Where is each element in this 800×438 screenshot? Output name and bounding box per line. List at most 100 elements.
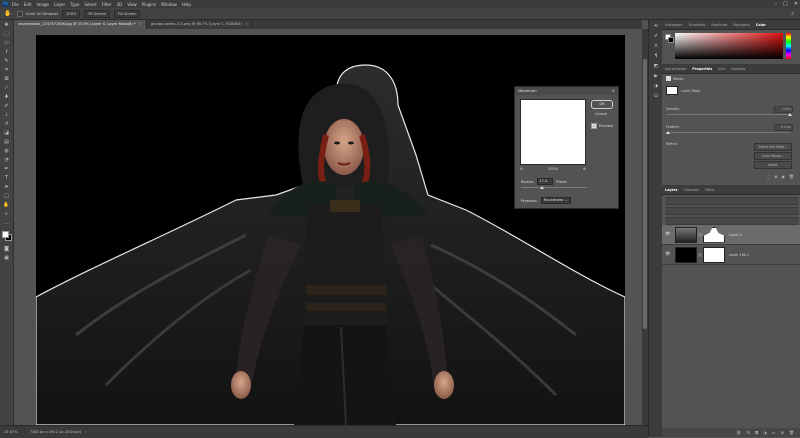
tab-libraries[interactable]: Libraries — [728, 67, 749, 71]
menu-select[interactable]: Select — [84, 2, 96, 7]
group-icon[interactable]: ▭ — [772, 430, 776, 435]
blend-mode-bar[interactable] — [666, 207, 798, 215]
fill-screen-button[interactable]: Fill Screen — [114, 9, 141, 18]
menu-layer[interactable]: Layer — [54, 2, 65, 7]
hand-tool-icon[interactable]: ✋ — [2, 201, 11, 209]
tab-gradients[interactable]: Gradients — [686, 23, 709, 27]
close-tab-icon[interactable]: ✕ — [139, 22, 142, 26]
radius-input[interactable]: 17.4 — [537, 178, 554, 185]
link-icon[interactable]: ⛓ — [698, 253, 702, 257]
history-icon[interactable]: ⟲ — [652, 23, 660, 30]
new-layer-icon[interactable]: ⊞ — [781, 430, 784, 435]
invert-button[interactable]: Invert — [754, 161, 792, 169]
panel-color-swatches[interactable] — [665, 34, 674, 43]
chevron-right-icon[interactable]: › — [85, 430, 86, 434]
close-tab-icon[interactable]: ✕ — [245, 22, 248, 26]
color-picker-field[interactable] — [675, 33, 783, 59]
link-layers-icon[interactable]: ⛓ — [736, 430, 741, 435]
tab-channels[interactable]: Channels — [681, 188, 703, 192]
preserve-select[interactable]: Roundness ⌄ — [540, 197, 571, 204]
tab-navigator[interactable]: Navigator — [730, 23, 753, 27]
preview-toggle[interactable]: ✓ Preview — [591, 123, 613, 129]
tab-adjustments[interactable]: Adjustments — [662, 67, 689, 71]
paragraph-icon[interactable]: ¶ — [652, 53, 660, 60]
crop-tool-icon[interactable]: ⌗ — [2, 66, 11, 74]
healing-tool-icon[interactable]: ✚ — [2, 93, 11, 101]
tab-swatches[interactable]: Swatches — [708, 23, 730, 27]
load-selection-icon[interactable]: ⬚ — [767, 174, 771, 179]
density-value[interactable]: 100% — [774, 106, 793, 113]
menu-filter[interactable]: Filter — [102, 2, 112, 7]
quick-select-tool-icon[interactable]: ✎ — [2, 57, 11, 65]
menu-help[interactable]: Help — [182, 2, 191, 7]
layer-name[interactable]: Layer 100 c — [729, 253, 749, 257]
tab-properties[interactable]: Properties — [689, 67, 715, 71]
visibility-icon[interactable]: ◉ — [781, 174, 785, 179]
fx-icon[interactable]: fx — [746, 430, 750, 435]
layer-mask-thumbnail[interactable] — [703, 246, 725, 263]
feather-slider[interactable] — [666, 131, 790, 134]
search-icon[interactable]: ⌕ — [791, 11, 794, 17]
tab-color[interactable]: Color — [753, 23, 769, 27]
path-select-icon[interactable]: ➤ — [2, 183, 11, 191]
menu-type[interactable]: Type — [70, 2, 79, 7]
foreground-color[interactable] — [2, 231, 9, 238]
zoom-out-icon[interactable]: ⊖ — [520, 167, 523, 171]
hue-slider[interactable] — [786, 33, 791, 59]
menu-plugins[interactable]: Plugins — [142, 2, 156, 7]
pen-tool-icon[interactable]: ✒ — [2, 165, 11, 173]
lock-bar[interactable] — [666, 217, 798, 225]
layer-mask-thumbnail[interactable] — [703, 226, 725, 243]
zoom-100-button[interactable]: 100% — [62, 9, 81, 18]
tab-histogram[interactable]: Histogram — [662, 23, 686, 27]
menu-edit[interactable]: Edit — [24, 2, 32, 7]
brush-settings-icon[interactable]: ✐ — [652, 33, 660, 40]
maximize-icon[interactable]: □ — [783, 0, 788, 8]
shape-tool-icon[interactable]: ▢ — [2, 192, 11, 200]
frame-tool-icon[interactable]: ⊠ — [2, 75, 11, 83]
eye-icon[interactable]: 👁 — [665, 232, 671, 237]
stamp-tool-icon[interactable]: ⊥ — [2, 111, 11, 119]
panel-background-color[interactable] — [668, 37, 674, 43]
type-tool-icon[interactable]: T — [2, 174, 11, 182]
zoom-level[interactable]: 25.67% — [4, 430, 18, 434]
scroll-thumb[interactable] — [643, 59, 647, 329]
tab-info[interactable]: Info — [715, 67, 727, 71]
zoom-tool-icon[interactable]: ⌕ — [2, 210, 11, 218]
menu-image[interactable]: Image — [36, 2, 49, 7]
select-and-mask-button[interactable]: Select and Mask... — [754, 143, 792, 151]
layer-name[interactable]: Layer 0 — [729, 233, 742, 237]
menu-window[interactable]: Window — [161, 2, 177, 7]
history-brush-icon[interactable]: ↺ — [2, 120, 11, 128]
scroll-all-checkbox[interactable] — [17, 10, 24, 17]
more-tools-icon[interactable]: … — [2, 219, 11, 227]
zoom-in-icon[interactable]: ⊕ — [583, 167, 586, 171]
tab-document-2[interactable]: grunge-series-2-5.png @ 66.7% (Layer 1, … — [147, 20, 253, 29]
menu-file[interactable]: File — [12, 2, 19, 7]
preview-checkbox[interactable]: ✓ — [591, 123, 597, 129]
adjustments-icon[interactable]: ◑ — [652, 83, 660, 90]
delete-icon[interactable]: 🗑 — [789, 174, 794, 179]
adjustment-layer-icon[interactable]: ◑ — [763, 430, 767, 435]
tab-document-1[interactable]: shutterstock_1747471506.jpg @ 25.6% (Lay… — [14, 20, 147, 29]
link-icon[interactable]: ⛓ — [698, 233, 702, 237]
menu-3d[interactable]: 3D — [117, 2, 123, 7]
density-slider-handle[interactable] — [788, 113, 792, 116]
layer-row-0[interactable]: 👁 ⛓ Layer 0 — [662, 225, 800, 245]
minimize-icon[interactable]: – — [775, 0, 778, 8]
feather-slider-handle[interactable] — [666, 131, 670, 134]
eraser-tool-icon[interactable]: ◪ — [2, 129, 11, 137]
blur-tool-icon[interactable]: ◍ — [2, 147, 11, 155]
color-swatches[interactable] — [2, 231, 12, 241]
styles-icon[interactable]: ◩ — [652, 63, 660, 70]
filter-preview[interactable] — [520, 99, 586, 165]
close-icon[interactable]: ✕ — [794, 0, 798, 8]
eye-icon[interactable]: 👁 — [665, 252, 671, 257]
document-info[interactable]: 7360 px x 4912 px (300 ppi) — [30, 430, 81, 434]
add-mask-icon[interactable]: ◘ — [755, 430, 758, 435]
cancel-button[interactable]: Cancel — [591, 111, 611, 118]
dodge-tool-icon[interactable]: ◔ — [2, 156, 11, 164]
tab-layers[interactable]: Layers — [662, 188, 681, 192]
eyedropper-tool-icon[interactable]: ⁄ — [2, 84, 11, 92]
feather-value[interactable]: 0.0 px — [774, 124, 793, 131]
